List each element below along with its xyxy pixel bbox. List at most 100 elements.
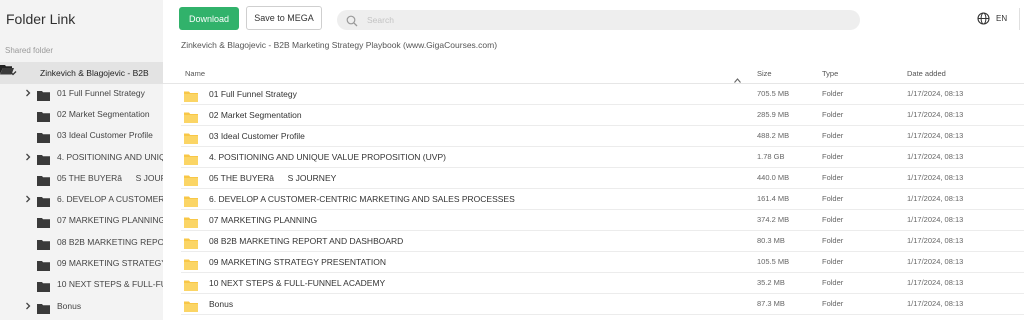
cell-size: 285.9 MB bbox=[757, 110, 790, 119]
table-row[interactable]: 10 NEXT STEPS & FULL-FUNNEL ACADEMY 35.2 … bbox=[181, 273, 1024, 294]
cell-name: 01 Full Funnel Strategy bbox=[209, 89, 297, 99]
search-input[interactable] bbox=[367, 12, 847, 28]
cell-date: 1/17/2024, 08:13 bbox=[907, 299, 964, 308]
table-row[interactable]: 01 Full Funnel Strategy 705.5 MB Folder 1/1… bbox=[181, 84, 1024, 105]
cell-size: 374.2 MB bbox=[757, 215, 790, 224]
download-button[interactable]: Download bbox=[179, 7, 239, 30]
sidebar-tree-item[interactable]: 02 Market Segmentation bbox=[0, 104, 163, 125]
globe-icon bbox=[977, 12, 990, 25]
cell-size: 105.5 MB bbox=[757, 257, 790, 266]
folder-icon bbox=[37, 301, 50, 317]
table-row[interactable]: 05 THE BUYERâS JOURNEY 440.0 MB Folder 1/… bbox=[181, 168, 1024, 189]
column-header-type[interactable]: Type bbox=[822, 69, 838, 78]
cell-name: Bonus bbox=[209, 299, 234, 309]
folder-icon bbox=[37, 152, 50, 168]
cell-type: Folder bbox=[822, 173, 844, 182]
cell-date: 1/17/2024, 08:13 bbox=[907, 257, 964, 266]
language-selector[interactable]: EN bbox=[977, 12, 1007, 25]
chevron-right-icon[interactable] bbox=[23, 152, 33, 162]
sidebar-tree-item[interactable]: 09 MARKETING STRATEGY bbox=[0, 253, 163, 274]
tree-root-item[interactable]: Zinkevich & Blagojevic - B2B bbox=[0, 62, 163, 84]
cell-name: 05 THE BUYERâS JOURNEY bbox=[209, 173, 337, 183]
sidebar-tree-item-label: 10 NEXT STEPS & FULL-FUNNEL bbox=[57, 279, 163, 289]
sidebar-tree-item-label: 08 B2B MARKETING REPORT bbox=[57, 237, 163, 247]
column-header-date[interactable]: Date added bbox=[907, 69, 946, 78]
cell-date: 1/17/2024, 08:13 bbox=[907, 236, 964, 245]
sidebar-tree-item[interactable]: 01 Full Funnel Strategy bbox=[0, 83, 163, 104]
table-row[interactable]: 02 Market Segmentation 285.9 MB Folder 1/17… bbox=[181, 105, 1024, 126]
table-row[interactable]: 08 B2B MARKETING REPORT AND DASHBOARD 80.… bbox=[181, 231, 1024, 252]
cell-type: Folder bbox=[822, 194, 844, 203]
sidebar-tree-item[interactable]: 10 NEXT STEPS & FULL-FUNNEL bbox=[0, 274, 163, 295]
sidebar-tree-item-label: 09 MARKETING STRATEGY bbox=[57, 258, 163, 268]
folder-icon bbox=[37, 279, 50, 295]
language-label: EN bbox=[996, 14, 1008, 23]
chevron-down-icon[interactable] bbox=[8, 68, 18, 78]
cell-size: 80.3 MB bbox=[757, 236, 785, 245]
column-header-name[interactable]: Name bbox=[185, 69, 205, 78]
folder-icon bbox=[37, 215, 50, 231]
cell-name: 10 NEXT STEPS & FULL-FUNNEL ACADEMY bbox=[209, 278, 386, 288]
cell-name: 09 MARKETING STRATEGY PRESENTATION bbox=[209, 257, 386, 267]
chevron-right-icon[interactable] bbox=[23, 88, 33, 98]
cell-date: 1/17/2024, 08:13 bbox=[907, 215, 964, 224]
cell-date: 1/17/2024, 08:13 bbox=[907, 278, 964, 287]
cell-size: 488.2 MB bbox=[757, 131, 790, 140]
cell-type: Folder bbox=[822, 89, 844, 98]
cell-name: 4. POSITIONING AND UNIQUE VALUE PROPOSIT… bbox=[209, 152, 446, 162]
save-to-mega-button[interactable]: Save to MEGA bbox=[246, 6, 322, 30]
cell-type: Folder bbox=[822, 299, 844, 308]
cell-type: Folder bbox=[822, 236, 844, 245]
folder-icon bbox=[37, 88, 50, 104]
cell-date: 1/17/2024, 08:13 bbox=[907, 131, 964, 140]
cell-date: 1/17/2024, 08:13 bbox=[907, 173, 964, 182]
table-row[interactable]: 07 MARKETING PLANNING 374.2 MB Folder 1/17/… bbox=[181, 210, 1024, 231]
table-row[interactable]: 6. DEVELOP A CUSTOMER-CENTRIC MARKETING … bbox=[181, 189, 1024, 210]
folder-icon bbox=[37, 173, 50, 189]
sidebar-tree-item[interactable]: 08 B2B MARKETING REPORT bbox=[0, 232, 163, 253]
chevron-right-icon[interactable] bbox=[23, 194, 33, 204]
folder-icon bbox=[37, 258, 50, 274]
cell-name: 6. DEVELOP A CUSTOMER-CENTRIC MARKETING … bbox=[209, 194, 515, 204]
folder-icon bbox=[37, 194, 50, 210]
sidebar-tree-item[interactable]: Bonus bbox=[0, 296, 163, 317]
sidebar-section-label: Shared folder bbox=[5, 46, 54, 55]
sidebar-tree-item-label: 4. POSITIONING AND UNIQUE VALUE PROPOSIT… bbox=[57, 152, 163, 162]
sidebar-tree-item-label: 07 MARKETING PLANNING bbox=[57, 215, 163, 225]
cell-type: Folder bbox=[822, 278, 844, 287]
cell-type: Folder bbox=[822, 152, 844, 161]
cell-type: Folder bbox=[822, 215, 844, 224]
column-header-size[interactable]: Size bbox=[757, 69, 772, 78]
cell-size: 440.0 MB bbox=[757, 173, 790, 182]
sidebar-tree-item[interactable]: 07 MARKETING PLANNING bbox=[0, 210, 163, 231]
chevron-right-icon[interactable] bbox=[23, 301, 33, 311]
cell-name: 02 Market Segmentation bbox=[209, 110, 302, 120]
sidebar-tree-item-label: 01 Full Funnel Strategy bbox=[57, 88, 145, 98]
search-icon bbox=[346, 14, 358, 32]
table-row[interactable]: Bonus 87.3 MB Folder 1/17/2024, 08:13 bbox=[181, 294, 1024, 315]
toolbar-divider bbox=[1019, 8, 1020, 30]
sidebar-tree-item[interactable]: 4. POSITIONING AND UNIQUE VALUE PROPOSIT… bbox=[0, 147, 163, 168]
cell-size: 705.5 MB bbox=[757, 89, 790, 98]
cell-date: 1/17/2024, 08:13 bbox=[907, 110, 964, 119]
cell-date: 1/17/2024, 08:13 bbox=[907, 152, 964, 161]
cell-name: 07 MARKETING PLANNING bbox=[209, 215, 318, 225]
sidebar-tree-item[interactable]: 05 THE BUYERâS JOURNEY bbox=[0, 168, 163, 189]
sidebar-tree-item[interactable]: 6. DEVELOP A CUSTOMER-CENTRIC bbox=[0, 189, 163, 210]
table-row[interactable]: 03 Ideal Customer Profile 488.2 MB Folder 1… bbox=[181, 126, 1024, 147]
sidebar-tree-item-label: 03 Ideal Customer Profile bbox=[57, 130, 153, 140]
cell-name: 08 B2B MARKETING REPORT AND DASHBOARD bbox=[209, 236, 404, 246]
folder-icon bbox=[37, 109, 50, 125]
cell-date: 1/17/2024, 08:13 bbox=[907, 194, 964, 203]
cell-size: 87.3 MB bbox=[757, 299, 785, 308]
sidebar-tree-item-label: 05 THE BUYERâS JOURNEY bbox=[57, 173, 163, 183]
sidebar-tree-item[interactable]: 03 Ideal Customer Profile bbox=[0, 125, 163, 146]
cell-size: 1.78 GB bbox=[757, 152, 785, 161]
search-bar[interactable] bbox=[337, 10, 860, 30]
table-row[interactable]: 4. POSITIONING AND UNIQUE VALUE PROPOSIT… bbox=[181, 147, 1024, 168]
sidebar-tree-item-label: 6. DEVELOP A CUSTOMER-CENTRIC bbox=[57, 194, 163, 204]
folder-icon bbox=[37, 130, 50, 146]
table-row[interactable]: 09 MARKETING STRATEGY PRESENTATION 105.5 … bbox=[181, 252, 1024, 273]
folder-icon bbox=[37, 237, 50, 253]
folder-link-app: Folder Link Shared folder Zinkevich & Bl… bbox=[0, 0, 1024, 320]
